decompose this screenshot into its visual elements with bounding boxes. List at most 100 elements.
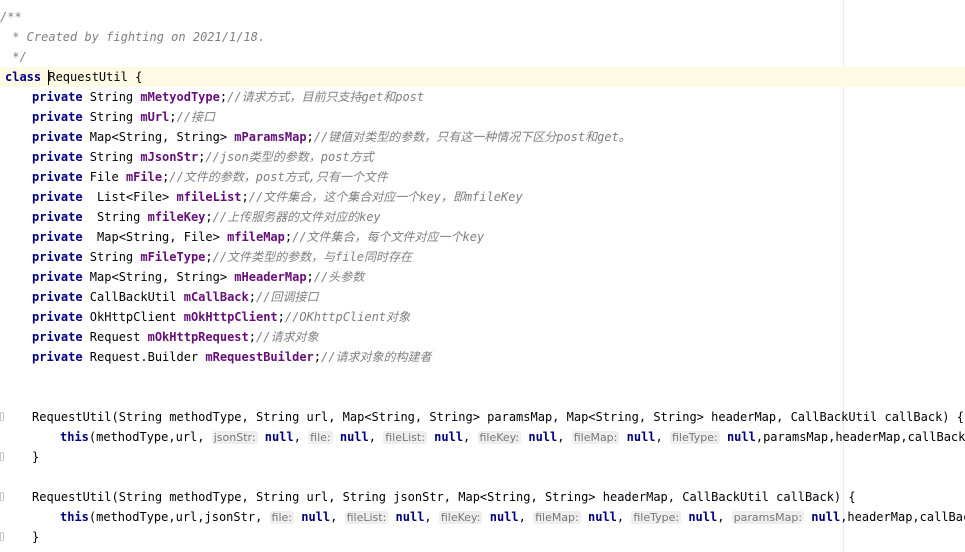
fold-marker-icon[interactable] bbox=[0, 452, 4, 461]
code-line[interactable]: } bbox=[0, 527, 965, 547]
class-keyword: class bbox=[5, 70, 42, 84]
parameter-hint: fileKey: bbox=[438, 511, 483, 524]
private-keyword: private bbox=[32, 230, 83, 244]
parameter-hint: fileMap: bbox=[533, 511, 581, 524]
constructor-this-call: this(methodType,url,jsonStr, file: null,… bbox=[60, 507, 965, 527]
field-name: mFile bbox=[125, 170, 163, 184]
private-keyword: private bbox=[32, 190, 83, 204]
null-keyword: null bbox=[528, 430, 558, 444]
field-line[interactable]: private CallBackUtil mCallBack;//回调接口 bbox=[0, 287, 965, 307]
parameter-hint: fileType: bbox=[631, 511, 682, 524]
null-keyword: null bbox=[811, 510, 841, 524]
field-comment: //接口 bbox=[176, 110, 215, 124]
field-type: List<File> bbox=[82, 190, 177, 204]
class-name[interactable]: RequestUtil bbox=[48, 70, 127, 84]
field-line[interactable]: private Request mOkHttpRequest;//请求对象 bbox=[0, 327, 965, 347]
field-name: mJsonStr bbox=[140, 150, 199, 164]
parameter-hint: fileType: bbox=[669, 431, 720, 444]
field-type: Request.Builder bbox=[82, 350, 206, 364]
fold-marker-icon[interactable] bbox=[0, 532, 4, 541]
code-line[interactable]: this(methodType,url, jsonStr: null, file… bbox=[0, 427, 965, 447]
code-editor[interactable]: /** * Created by fighting on 2021/1/18. … bbox=[0, 0, 965, 552]
field-type: File bbox=[82, 170, 126, 184]
field-name: mOkHttpRequest bbox=[147, 330, 249, 344]
fold-marker-icon[interactable] bbox=[0, 492, 4, 501]
call-arguments: ,headerMap,callBack); bbox=[840, 510, 965, 524]
field-line[interactable]: private OkHttpClient mOkHttpClient;//OKh… bbox=[0, 307, 965, 327]
class-brace: { bbox=[127, 70, 143, 84]
code-line[interactable]: RequestUtil(String methodType, String ur… bbox=[0, 407, 965, 427]
field-line[interactable]: private File mFile;//文件的参数，post方式,只有一个文件 bbox=[0, 167, 965, 187]
semicolon: ; bbox=[205, 210, 213, 224]
field-type: Map<String, String> bbox=[82, 130, 235, 144]
null-keyword: null bbox=[489, 510, 519, 524]
code-line[interactable]: /** bbox=[0, 7, 965, 27]
this-keyword: this bbox=[60, 510, 89, 524]
field-line[interactable]: private List<File> mfileList;//文件集合，这个集合… bbox=[0, 187, 965, 207]
fold-marker-icon[interactable] bbox=[0, 412, 4, 421]
private-keyword: private bbox=[32, 210, 83, 224]
semicolon: ; bbox=[313, 350, 322, 364]
field-line[interactable]: private Map<String, String> mHeaderMap;/… bbox=[0, 267, 965, 287]
null-keyword: null bbox=[588, 510, 617, 524]
parameter-hint: paramsMap: bbox=[731, 511, 805, 524]
field-name: mfileList bbox=[176, 190, 242, 204]
field-comment: //回调接口 bbox=[256, 290, 319, 304]
field-comment: //上传服务器的文件对应的key bbox=[212, 210, 381, 224]
field-line[interactable]: private Map<String, String> mParamsMap;/… bbox=[0, 127, 965, 147]
private-keyword: private bbox=[32, 110, 83, 124]
field-type: String bbox=[82, 110, 141, 124]
code-line[interactable]: this(methodType,url,jsonStr, file: null,… bbox=[0, 507, 965, 527]
field-line[interactable]: private String mFileType;//文件类型的参数，与file… bbox=[0, 247, 965, 267]
field-comment: //文件类型的参数，与file同时存在 bbox=[212, 250, 412, 264]
field-type: String bbox=[82, 150, 141, 164]
field-comment: //请求对象 bbox=[256, 330, 319, 344]
private-keyword: private bbox=[32, 330, 83, 344]
code-line[interactable]: * Created by fighting on 2021/1/18. bbox=[0, 27, 965, 47]
private-keyword: private bbox=[32, 250, 83, 264]
null-keyword: null bbox=[626, 430, 656, 444]
field-name: mRequestBuilder bbox=[205, 350, 314, 364]
field-line[interactable]: private String mMetyodType;//请求方式，目前只支持g… bbox=[0, 87, 965, 107]
semicolon: ; bbox=[277, 310, 285, 324]
field-type: Request bbox=[82, 330, 148, 344]
constructor-signature: RequestUtil(String methodType, String ur… bbox=[32, 410, 964, 424]
field-line[interactable]: private Request.Builder mRequestBuilder;… bbox=[0, 347, 965, 367]
field-line[interactable]: private String mUrl;//接口 bbox=[0, 107, 965, 127]
field-line[interactable]: private String mJsonStr;//json类型的参数，post… bbox=[0, 147, 965, 167]
field-type: Map<String, String> bbox=[82, 270, 235, 284]
call-arguments: ,paramsMap,headerMap,callBack); bbox=[755, 430, 965, 444]
field-name: mParamsMap bbox=[234, 130, 307, 144]
code-line[interactable]: */ bbox=[0, 47, 965, 67]
field-comment: //请求对象的构建者 bbox=[321, 350, 432, 364]
call-arguments: (methodType,url,jsonStr, bbox=[88, 510, 270, 524]
parameter-hint: file: bbox=[269, 511, 294, 524]
code-line[interactable]: RequestUtil(String methodType, String ur… bbox=[0, 487, 965, 507]
null-keyword: null bbox=[301, 510, 331, 524]
call-arguments: (methodType,url, bbox=[88, 430, 212, 444]
null-keyword: null bbox=[339, 430, 369, 444]
semicolon: ; bbox=[306, 270, 314, 284]
private-keyword: private bbox=[32, 90, 83, 104]
field-name: mfileMap bbox=[227, 230, 285, 244]
field-comment: //请求方式，目前只支持get和post bbox=[227, 90, 425, 104]
semicolon: ; bbox=[169, 110, 177, 124]
field-comment: //键值对类型的参数，只有这一种情况下区分post和get。 bbox=[313, 130, 631, 144]
null-keyword: null bbox=[434, 430, 464, 444]
code-line-current[interactable]: class RequestUtil { bbox=[0, 67, 965, 87]
field-name: mOkHttpClient bbox=[183, 310, 278, 324]
field-name: mHeaderMap bbox=[234, 270, 307, 284]
semicolon: ; bbox=[248, 330, 256, 344]
private-keyword: private bbox=[32, 270, 83, 284]
private-keyword: private bbox=[32, 170, 83, 184]
doc-comment-close: */ bbox=[5, 50, 27, 64]
field-line[interactable]: private String mfileKey;//上传服务器的文件对应的key bbox=[0, 207, 965, 227]
semicolon: ; bbox=[241, 190, 249, 204]
private-keyword: private bbox=[32, 350, 83, 364]
doc-comment-open: /** bbox=[0, 10, 22, 24]
constructor-this-call: this(methodType,url, jsonStr: null, file… bbox=[60, 427, 965, 447]
field-line[interactable]: private Map<String, File> mfileMap;//文件集… bbox=[0, 227, 965, 247]
code-line[interactable]: } bbox=[0, 447, 965, 467]
field-comment: //OKhttpClient对象 bbox=[284, 310, 411, 324]
parameter-hint: jsonStr: bbox=[211, 431, 258, 444]
